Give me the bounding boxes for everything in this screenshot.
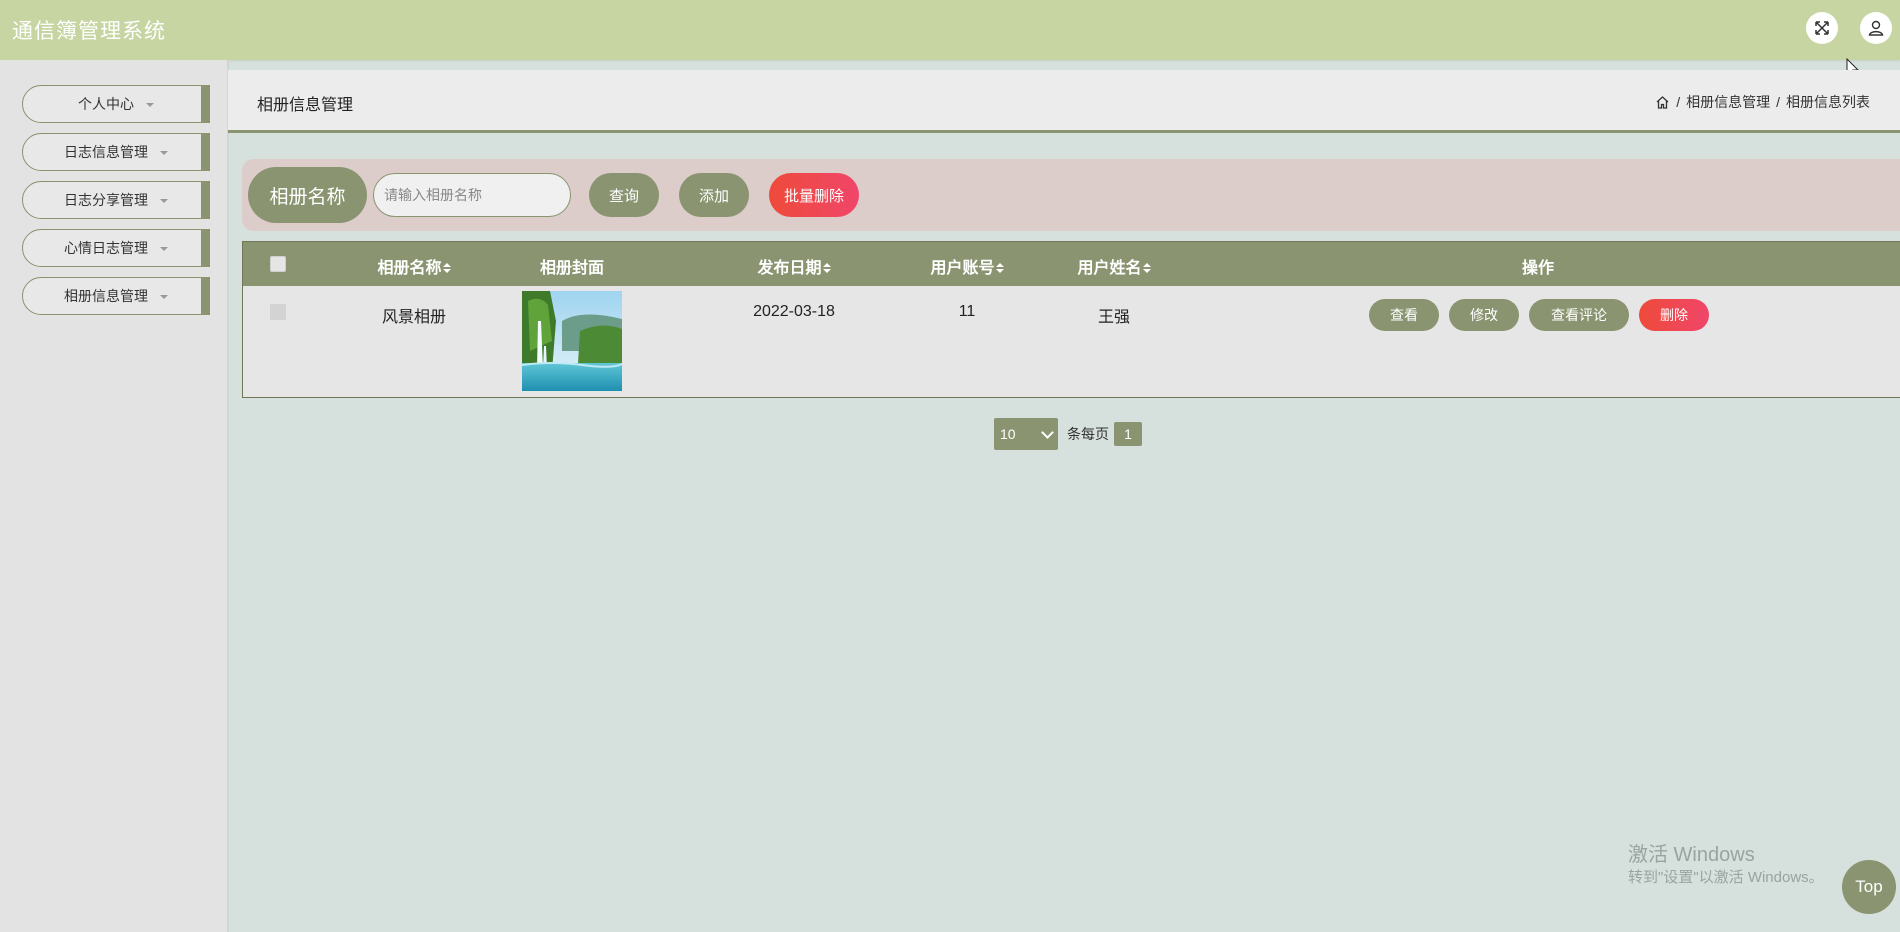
sidebar-item-label: 日志信息管理: [64, 144, 148, 160]
caret-down-icon: [146, 103, 154, 107]
delete-button[interactable]: 删除: [1639, 299, 1709, 331]
column-header-username[interactable]: 用户姓名: [1039, 254, 1189, 278]
cell-publish-date: 2022-03-18: [753, 303, 835, 320]
sort-icon: [442, 262, 451, 273]
sort-icon: [995, 262, 1004, 273]
page-number-button[interactable]: 1: [1114, 422, 1142, 446]
sidebar: 个人中心 日志信息管理 日志分享管理 心情日志管理 相册信息管理: [0, 60, 229, 932]
caret-down-icon: [160, 199, 168, 203]
cell-album-name: 风景相册: [381, 309, 446, 326]
breadcrumb-item[interactable]: 相册信息管理: [1686, 92, 1770, 112]
sidebar-item-label: 日志分享管理: [64, 192, 148, 208]
column-header-cover: 相册封面: [539, 260, 604, 277]
pagination: 10 条每页 1: [994, 418, 1142, 450]
fullscreen-button[interactable]: [1806, 12, 1838, 44]
home-icon[interactable]: [1655, 95, 1670, 110]
sidebar-item-log-share[interactable]: 日志分享管理: [22, 181, 210, 219]
caret-down-icon: [160, 295, 168, 299]
album-cover-image: [522, 291, 622, 391]
user-menu-button[interactable]: [1860, 12, 1892, 44]
search-bar: 相册名称 查询 添加 批量删除: [242, 159, 1900, 231]
landscape-waterfall-image: [522, 291, 622, 391]
query-button[interactable]: 查询: [589, 173, 659, 217]
page-size-value: 10: [1000, 426, 1016, 442]
app-title: 通信簿管理系统: [12, 20, 166, 43]
cell-user-name: 王强: [1097, 309, 1130, 326]
column-header-date[interactable]: 发布日期: [719, 254, 869, 278]
album-name-search-input[interactable]: [373, 173, 571, 217]
search-label: 相册名称: [248, 167, 367, 223]
windows-activation-watermark-title: 激活 Windows: [1628, 844, 1755, 866]
sidebar-item-label: 个人中心: [78, 96, 134, 112]
sidebar-item-personal-center[interactable]: 个人中心: [22, 85, 210, 123]
page-title: 相册信息管理: [257, 97, 354, 114]
breadcrumb-item-current: 相册信息列表: [1786, 94, 1870, 110]
sidebar-item-label: 相册信息管理: [64, 288, 148, 304]
top-bar: 通信簿管理系统: [0, 0, 1900, 60]
breadcrumb-bar: 相册信息管理 / 相册信息管理 / 相册信息列表: [228, 70, 1900, 133]
table-header: 相册名称 相册封面 发布日期 用户账号 用户姓名 操作: [243, 242, 1900, 286]
row-checkbox[interactable]: [270, 304, 286, 320]
add-button[interactable]: 添加: [679, 173, 749, 217]
sidebar-item-album-info[interactable]: 相册信息管理: [22, 277, 210, 315]
column-header-account[interactable]: 用户账号: [892, 254, 1042, 278]
cell-user-account: 11: [958, 303, 976, 320]
view-comments-button[interactable]: 查看评论: [1529, 299, 1629, 331]
album-table: 相册名称 相册封面 发布日期 用户账号 用户姓名 操作 风景相册 2022-03…: [242, 241, 1900, 398]
table-row: 风景相册 2022-03-18 11 王强 查看 修改 查看评论 删除: [243, 286, 1900, 397]
sidebar-item-log-info[interactable]: 日志信息管理: [22, 133, 210, 171]
caret-down-icon: [160, 151, 168, 155]
breadcrumb-separator: /: [1776, 94, 1780, 110]
breadcrumb: / 相册信息管理 / 相册信息列表: [1655, 92, 1870, 112]
chevron-down-icon: [1041, 425, 1054, 439]
edit-button[interactable]: 修改: [1449, 299, 1519, 331]
expand-icon: [1815, 21, 1829, 35]
breadcrumb-separator: /: [1676, 94, 1681, 110]
windows-activation-watermark-text: 转到"设置"以激活 Windows。: [1628, 869, 1824, 886]
per-page-label: 条每页: [1067, 426, 1109, 442]
select-all-checkbox[interactable]: [270, 256, 286, 272]
back-to-top-button[interactable]: Top: [1842, 860, 1896, 914]
batch-delete-button[interactable]: 批量删除: [769, 173, 859, 217]
sort-icon: [1142, 262, 1151, 273]
sidebar-item-label: 心情日志管理: [64, 240, 148, 256]
column-header-actions: 操作: [1521, 260, 1554, 277]
page-size-select[interactable]: 10: [994, 418, 1058, 450]
view-button[interactable]: 查看: [1369, 299, 1439, 331]
user-icon: [1868, 20, 1884, 36]
column-header-name[interactable]: 相册名称: [339, 254, 489, 278]
sidebar-item-mood-log[interactable]: 心情日志管理: [22, 229, 210, 267]
caret-down-icon: [160, 247, 168, 251]
sort-icon: [822, 262, 831, 273]
